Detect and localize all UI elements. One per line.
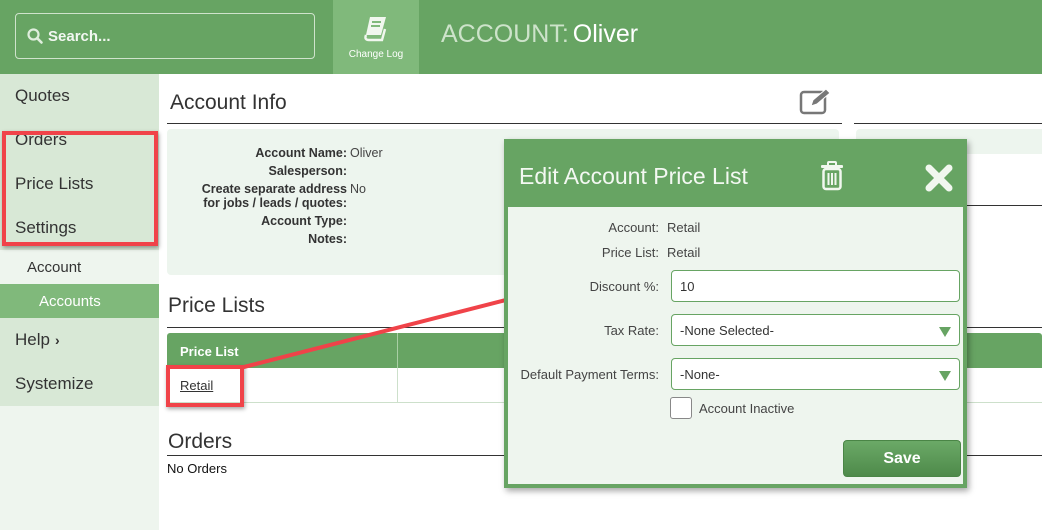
account-info-title: Account Info	[170, 91, 287, 114]
sidebar-item-label: Systemize	[15, 374, 94, 393]
sidebar-item-label: Settings	[15, 218, 77, 237]
sidebar-item-settings[interactable]: Settings	[0, 206, 159, 250]
info-label-line: Create separate address	[201, 182, 347, 196]
divider	[854, 123, 1042, 124]
modal-title: Edit Account Price List	[519, 163, 748, 189]
sidebar-subitem-account[interactable]: Account	[0, 250, 159, 284]
sidebar-item-label: Help	[15, 330, 50, 349]
info-label: Account Type:	[261, 214, 347, 228]
sidebar-item-orders[interactable]: Orders	[0, 118, 159, 162]
search-icon	[27, 28, 43, 44]
dropdown-arrow-icon	[939, 371, 951, 381]
page-title-account-name: Oliver	[572, 20, 639, 48]
sidebar-item-label: Account	[27, 258, 82, 276]
trash-icon[interactable]	[820, 161, 844, 191]
field-label: Price List:	[601, 245, 659, 260]
sidebar-subitem-accounts[interactable]: Accounts	[0, 284, 159, 318]
info-label: Account Name:	[255, 146, 347, 160]
chevron-right-icon: ›	[54, 332, 60, 348]
field-label: Discount %:	[589, 279, 659, 294]
column-header-price-list: Price List	[167, 333, 398, 368]
dropdown-arrow-icon	[939, 327, 951, 337]
discount-field[interactable]	[671, 270, 960, 302]
info-label: Create separate address for jobs / leads …	[167, 182, 347, 210]
table-cell: Retail	[167, 368, 398, 402]
sidebar-item-label: Accounts	[39, 292, 101, 310]
sidebar-item-label: Price Lists	[15, 174, 94, 193]
price-lists-title: Price Lists	[168, 294, 265, 317]
account-inactive-label: Account Inactive	[699, 401, 795, 416]
orders-title: Orders	[168, 430, 233, 453]
info-label: Salesperson:	[268, 164, 347, 178]
change-log-label: Change Log	[348, 48, 404, 60]
sidebar-item-systemize[interactable]: Systemize	[0, 362, 159, 406]
discount-input[interactable]	[680, 278, 951, 294]
close-icon[interactable]	[924, 163, 954, 193]
page-title-prefix: ACCOUNT:	[441, 20, 569, 48]
payment-terms-select[interactable]: -None-	[671, 358, 960, 390]
payment-terms-value: -None-	[680, 366, 720, 382]
field-label: Account:	[608, 220, 659, 235]
field-label: Default Payment Terms:	[520, 367, 659, 382]
sidebar-item-label: Orders	[15, 130, 67, 149]
save-button[interactable]: Save	[843, 440, 961, 477]
edit-icon[interactable]	[799, 87, 833, 115]
sidebar-item-help[interactable]: Help ›	[0, 318, 159, 362]
info-value: No	[350, 182, 366, 196]
sidebar: Quotes Orders Price Lists Settings Accou…	[0, 74, 159, 530]
no-orders-text: No Orders	[167, 461, 227, 476]
account-inactive-checkbox[interactable]	[670, 397, 692, 419]
sidebar-item-label: Quotes	[15, 86, 70, 105]
book-icon	[364, 16, 387, 41]
search-box[interactable]	[15, 13, 315, 59]
tax-rate-select[interactable]: -None Selected-	[671, 314, 960, 346]
info-label-line: for jobs / leads / quotes:	[203, 196, 347, 210]
edit-price-list-modal: Edit Account Price List Account: Retail …	[504, 139, 967, 488]
modal-header: Edit Account Price List	[508, 143, 963, 207]
search-input[interactable]	[48, 27, 298, 45]
sidebar-nav: Quotes Orders Price Lists Settings Accou…	[0, 74, 159, 406]
page-title: ACCOUNT: Oliver	[441, 20, 638, 49]
field-label: Tax Rate:	[604, 323, 659, 338]
change-log-button[interactable]: Change Log	[333, 0, 419, 74]
field-value: Retail	[667, 220, 701, 235]
price-list-link-retail[interactable]: Retail	[180, 378, 213, 393]
divider	[167, 123, 842, 124]
tax-rate-value: -None Selected-	[680, 322, 774, 338]
field-value: Retail	[667, 245, 701, 260]
top-bar: Change Log ACCOUNT:Oliver	[0, 0, 1042, 74]
info-label: Notes:	[308, 232, 347, 246]
sidebar-item-price-lists[interactable]: Price Lists	[0, 162, 159, 206]
info-value: Oliver	[350, 146, 383, 160]
sidebar-item-quotes[interactable]: Quotes	[0, 74, 159, 118]
